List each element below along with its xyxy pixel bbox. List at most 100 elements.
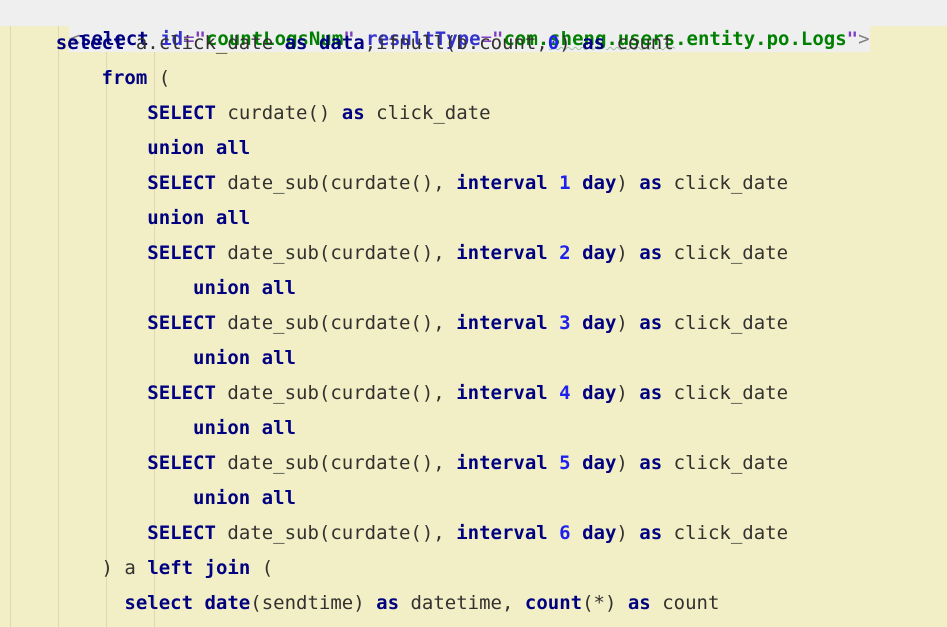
code-line[interactable]: union all: [0, 411, 947, 446]
token-kw: interval: [456, 172, 548, 194]
sql-body[interactable]: select a.click_date as data,ifnull(b.cou…: [0, 26, 947, 621]
token-kw: as: [639, 452, 663, 474]
token-kw: as: [376, 592, 400, 614]
token-punc: (),: [410, 382, 457, 404]
token-punc: (: [250, 592, 262, 614]
token-punc: [216, 102, 227, 124]
token-punc: [365, 592, 376, 614]
token-punc: [216, 452, 227, 474]
code-line[interactable]: SELECT curdate() as click_date: [0, 96, 947, 131]
code-line[interactable]: SELECT date_sub(curdate(), interval 2 da…: [0, 236, 947, 271]
token-punc: [605, 32, 616, 54]
token-id: date_sub: [227, 522, 319, 544]
code-line[interactable]: ) a left join (: [0, 551, 947, 586]
token-punc: ): [559, 32, 571, 54]
token-punc: [216, 312, 227, 334]
token-id: click_date: [673, 382, 789, 404]
token-punc: ,: [501, 592, 525, 614]
token-id: a: [124, 557, 136, 579]
token-punc: [216, 522, 227, 544]
token-punc: [662, 242, 673, 264]
code-line-select-tag[interactable]: <select id="countLogsNum" resultType="co…: [0, 0, 947, 52]
code-line[interactable]: SELECT date_sub(curdate(), interval 4 da…: [0, 376, 947, 411]
token-kw: union all: [193, 347, 296, 369]
code-line[interactable]: union all: [0, 201, 947, 236]
code-line[interactable]: select date(sendtime) as datetime, count…: [0, 586, 947, 621]
token-num: 3: [559, 312, 571, 334]
token-punc: [548, 382, 559, 404]
token-punc: [662, 172, 673, 194]
token-kw: SELECT: [147, 312, 216, 334]
token-id: b.count: [456, 32, 537, 54]
token-punc: (),: [410, 172, 457, 194]
token-punc: (),: [410, 452, 457, 474]
token-kw: as: [639, 382, 663, 404]
token-kw: union all: [193, 277, 296, 299]
token-id: curdate: [330, 382, 411, 404]
token-punc: [571, 172, 582, 194]
code-line[interactable]: union all: [0, 131, 947, 166]
token-kw: count: [524, 592, 583, 614]
token-punc: [216, 172, 227, 194]
token-punc: ,: [536, 32, 548, 54]
code-line[interactable]: SELECT date_sub(curdate(), interval 3 da…: [0, 306, 947, 341]
token-kw: SELECT: [147, 172, 216, 194]
token-num: 0: [547, 32, 560, 54]
token-kw: select: [55, 32, 125, 54]
token-kw: data: [318, 32, 365, 54]
code-line[interactable]: union all: [0, 481, 947, 516]
token-kw: as: [627, 592, 651, 614]
token-punc: [250, 557, 261, 579]
token-num: 6: [559, 522, 571, 544]
code-content[interactable]: <select id="countLogsNum" resultType="co…: [0, 0, 947, 621]
token-punc: [548, 522, 559, 544]
code-line[interactable]: select a.click_date as data,ifnull(b.cou…: [0, 26, 947, 61]
token-punc: ): [616, 382, 628, 404]
code-line[interactable]: SELECT date_sub(curdate(), interval 1 da…: [0, 166, 947, 201]
token-punc: [662, 522, 673, 544]
token-punc: [628, 242, 639, 264]
code-line[interactable]: from (: [0, 61, 947, 96]
token-id: curdate: [330, 242, 411, 264]
token-punc: (),: [410, 312, 457, 334]
token-punc: ): [101, 557, 113, 579]
token-punc: [571, 32, 582, 54]
token-id: ifnull: [376, 32, 445, 54]
token-punc: (*): [582, 592, 617, 614]
token-kw: from: [101, 67, 148, 89]
token-id: a.click_date: [135, 32, 274, 54]
token-num: 4: [559, 382, 571, 404]
token-punc: [628, 172, 639, 194]
token-num: 2: [559, 242, 571, 264]
token-id: date_sub: [227, 172, 319, 194]
token-kw: as: [639, 522, 663, 544]
token-punc: ): [616, 312, 628, 334]
token-punc: [628, 522, 639, 544]
code-editor[interactable]: <select id="countLogsNum" resultType="co…: [0, 0, 947, 627]
code-line[interactable]: SELECT date_sub(curdate(), interval 6 da…: [0, 516, 947, 551]
token-kw: interval: [456, 242, 548, 264]
token-kw: day: [582, 382, 617, 404]
code-line[interactable]: union all: [0, 341, 947, 376]
token-punc: ,: [364, 32, 377, 54]
token-id: curdate: [330, 452, 411, 474]
token-punc: [399, 592, 410, 614]
token-punc: [193, 592, 204, 614]
code-line[interactable]: union all: [0, 271, 947, 306]
token-punc: [113, 557, 124, 579]
token-punc: (: [158, 67, 171, 89]
token-id: click_date: [673, 242, 789, 264]
code-line[interactable]: SELECT date_sub(curdate(), interval 5 da…: [0, 446, 947, 481]
token-punc: [571, 522, 582, 544]
token-punc: [548, 452, 559, 474]
